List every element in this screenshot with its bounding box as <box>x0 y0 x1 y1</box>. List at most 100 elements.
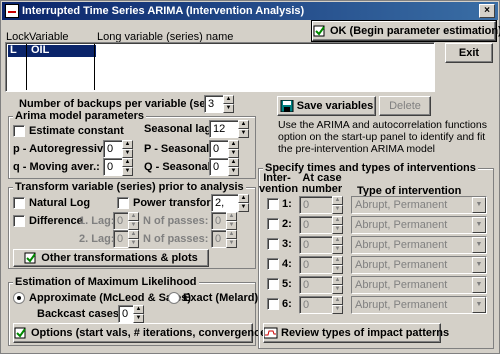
power-transform-spinner[interactable]: 2, ▲ ▼ <box>211 194 249 212</box>
chevron-down-icon[interactable]: ▼ <box>472 197 486 213</box>
intervention-checkbox[interactable] <box>267 238 279 250</box>
p-value[interactable]: 0 <box>103 140 123 158</box>
spin-up-icon[interactable]: ▲ <box>226 212 237 221</box>
Q-seasonal-spinner[interactable]: 0 ▲ ▼ <box>209 158 239 176</box>
spin-up-icon[interactable]: ▲ <box>133 305 144 314</box>
lag1-value[interactable]: 0 <box>113 212 129 230</box>
intervention-case-value[interactable]: 0 <box>299 236 333 254</box>
intervention-checkbox[interactable] <box>267 198 279 210</box>
spin-down-icon[interactable]: ▼ <box>133 314 144 323</box>
spin-up-icon[interactable]: ▲ <box>228 140 239 149</box>
intervention-case-value[interactable]: 0 <box>299 276 333 294</box>
approximate-radio[interactable] <box>13 292 25 304</box>
intervention-case-spinner[interactable]: 0 ▲ ▼ <box>299 276 343 294</box>
lag2-value[interactable]: 0 <box>113 230 129 248</box>
options-button[interactable]: Options (start vals, # iterations, conve… <box>13 323 270 343</box>
chevron-down-icon[interactable]: ▼ <box>472 257 486 273</box>
P-seasonal-value[interactable]: 0 <box>209 140 229 158</box>
ok-button[interactable]: OK (Begin parameter estimation) <box>311 20 500 42</box>
intervention-type-select[interactable]: Abrupt, Permanent ▼ <box>351 296 487 314</box>
seasonal-lag-value[interactable]: 12 <box>209 120 239 138</box>
difference-checkbox[interactable] <box>13 215 25 227</box>
P-seasonal-spinner[interactable]: 0 ▲ ▼ <box>209 140 239 158</box>
spin-down-icon[interactable]: ▼ <box>122 167 133 176</box>
close-icon[interactable]: × <box>479 4 495 18</box>
spin-down-icon[interactable]: ▼ <box>238 203 249 212</box>
chevron-down-icon[interactable]: ▼ <box>472 217 486 233</box>
variable-list[interactable]: L OIL <box>5 42 435 92</box>
spin-up-icon[interactable]: ▲ <box>226 230 237 239</box>
power-transform-checkbox[interactable] <box>117 197 129 209</box>
intervention-type-select[interactable]: Abrupt, Permanent ▼ <box>351 256 487 274</box>
lag1-spinner[interactable]: 0 ▲ ▼ <box>113 212 139 230</box>
spin-down-icon[interactable]: ▼ <box>332 305 343 314</box>
save-variables-button[interactable]: Save variables <box>277 96 376 116</box>
lag2-spinner[interactable]: 0 ▲ ▼ <box>113 230 139 248</box>
spin-down-icon[interactable]: ▼ <box>238 129 249 138</box>
intervention-case-spinner[interactable]: 0 ▲ ▼ <box>299 216 343 234</box>
spin-up-icon[interactable]: ▲ <box>122 140 133 149</box>
power-transform-value[interactable]: 2, <box>211 194 239 212</box>
review-impact-patterns-button[interactable]: Review types of impact patterns <box>263 323 449 343</box>
intervention-case-spinner[interactable]: 0 ▲ ▼ <box>299 196 343 214</box>
spin-up-icon[interactable]: ▲ <box>238 120 249 129</box>
npass2-value[interactable]: 0 <box>211 230 227 248</box>
intervention-case-spinner[interactable]: 0 ▲ ▼ <box>299 236 343 254</box>
intervention-type-select[interactable]: Abrupt, Permanent ▼ <box>351 236 487 254</box>
table-row[interactable] <box>8 45 96 57</box>
exact-radio[interactable] <box>168 292 180 304</box>
intervention-checkbox[interactable] <box>267 298 279 310</box>
intervention-checkbox[interactable] <box>267 218 279 230</box>
backups-value[interactable]: 3 <box>204 95 224 113</box>
spin-down-icon[interactable]: ▼ <box>226 221 237 230</box>
spin-up-icon[interactable]: ▲ <box>128 230 139 239</box>
intervention-case-value[interactable]: 0 <box>299 196 333 214</box>
p-spinner[interactable]: 0 ▲ ▼ <box>103 140 133 158</box>
chevron-down-icon[interactable]: ▼ <box>472 237 486 253</box>
q-spinner[interactable]: 0 ▲ ▼ <box>103 158 133 176</box>
chevron-down-icon[interactable]: ▼ <box>472 297 486 313</box>
spin-up-icon[interactable]: ▲ <box>228 158 239 167</box>
spin-up-icon[interactable]: ▲ <box>332 236 343 245</box>
delete-button[interactable]: Delete <box>379 96 431 116</box>
spin-up-icon[interactable]: ▲ <box>332 216 343 225</box>
intervention-case-value[interactable]: 0 <box>299 296 333 314</box>
npass1-value[interactable]: 0 <box>211 212 227 230</box>
spin-up-icon[interactable]: ▲ <box>238 194 249 203</box>
intervention-case-value[interactable]: 0 <box>299 216 333 234</box>
spin-down-icon[interactable]: ▼ <box>332 265 343 274</box>
spin-down-icon[interactable]: ▼ <box>332 205 343 214</box>
spin-up-icon[interactable]: ▲ <box>223 95 234 104</box>
exit-button[interactable]: Exit <box>445 43 493 63</box>
spin-up-icon[interactable]: ▲ <box>128 212 139 221</box>
spin-down-icon[interactable]: ▼ <box>226 239 237 248</box>
spin-down-icon[interactable]: ▼ <box>223 104 234 113</box>
intervention-case-spinner[interactable]: 0 ▲ ▼ <box>299 296 343 314</box>
q-value[interactable]: 0 <box>103 158 123 176</box>
spin-down-icon[interactable]: ▼ <box>128 239 139 248</box>
spin-down-icon[interactable]: ▼ <box>332 285 343 294</box>
intervention-case-spinner[interactable]: 0 ▲ ▼ <box>299 256 343 274</box>
npass2-spinner[interactable]: 0 ▲ ▼ <box>211 230 237 248</box>
seasonal-lag-spinner[interactable]: 12 ▲ ▼ <box>209 120 249 138</box>
intervention-case-value[interactable]: 0 <box>299 256 333 274</box>
other-transformations-button[interactable]: Other transformations & plots <box>13 249 209 267</box>
intervention-checkbox[interactable] <box>267 258 279 270</box>
spin-down-icon[interactable]: ▼ <box>332 225 343 234</box>
spin-down-icon[interactable]: ▼ <box>228 167 239 176</box>
npass1-spinner[interactable]: 0 ▲ ▼ <box>211 212 237 230</box>
intervention-type-select[interactable]: Abrupt, Permanent ▼ <box>351 216 487 234</box>
spin-up-icon[interactable]: ▲ <box>332 196 343 205</box>
intervention-checkbox[interactable] <box>267 278 279 290</box>
spin-up-icon[interactable]: ▲ <box>332 276 343 285</box>
chevron-down-icon[interactable]: ▼ <box>472 277 486 293</box>
Q-seasonal-value[interactable]: 0 <box>209 158 229 176</box>
intervention-type-select[interactable]: Abrupt, Permanent ▼ <box>351 196 487 214</box>
natural-log-checkbox[interactable] <box>13 197 25 209</box>
backcast-spinner[interactable]: 0 ▲ ▼ <box>118 305 144 323</box>
spin-down-icon[interactable]: ▼ <box>332 245 343 254</box>
spin-down-icon[interactable]: ▼ <box>128 221 139 230</box>
spin-up-icon[interactable]: ▲ <box>332 256 343 265</box>
spin-up-icon[interactable]: ▲ <box>332 296 343 305</box>
intervention-type-select[interactable]: Abrupt, Permanent ▼ <box>351 276 487 294</box>
